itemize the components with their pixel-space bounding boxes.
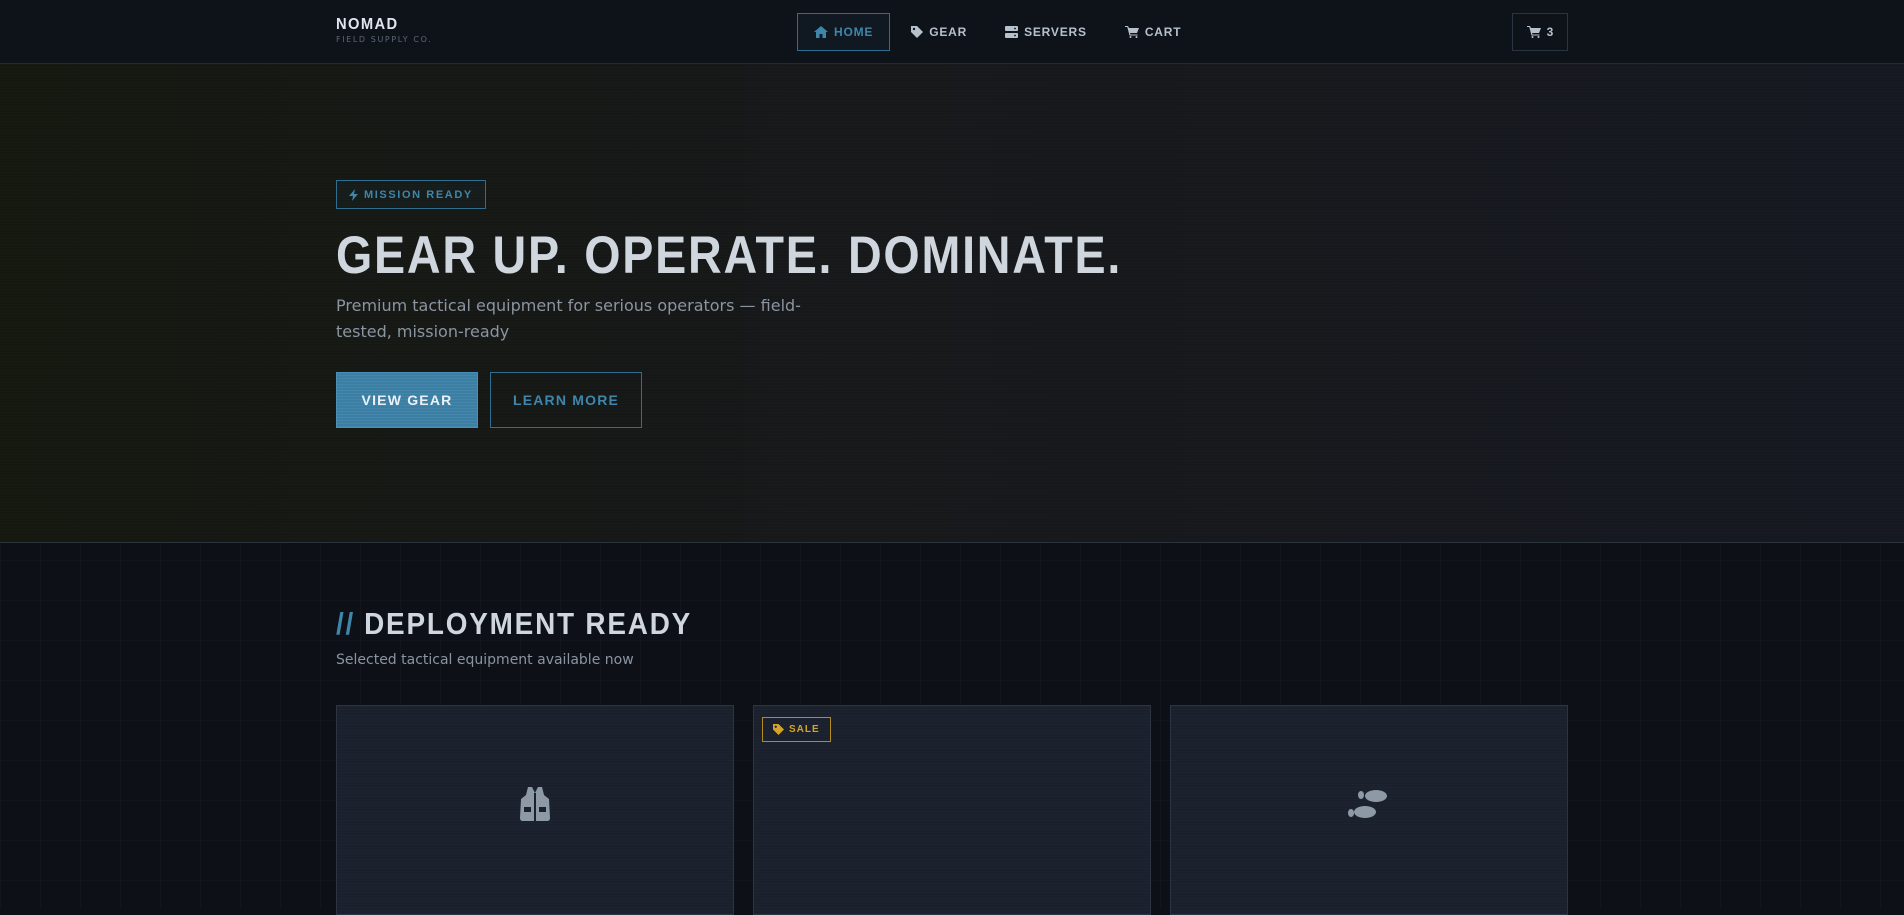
sale-badge: SALE xyxy=(762,717,831,742)
bolt-icon xyxy=(349,188,358,201)
top-nav: NOMAD FIELD SUPPLY CO. HOME GEAR SERVERS… xyxy=(0,0,1904,64)
section-title-prefix: // xyxy=(336,606,356,641)
hero-section: MISSION READY GEAR UP. OPERATE. DOMINATE… xyxy=(0,64,1904,543)
nav-item-home[interactable]: HOME xyxy=(797,13,891,51)
product-card[interactable]: SALE xyxy=(753,705,1151,915)
main-nav: HOME GEAR SERVERS CART xyxy=(797,13,1202,51)
learn-more-button[interactable]: LEARN MORE xyxy=(490,372,642,428)
brand-logo[interactable]: NOMAD FIELD SUPPLY CO. xyxy=(336,16,432,46)
footprints-icon xyxy=(1348,790,1387,818)
cart-count: 3 xyxy=(1546,25,1554,39)
section-title-text: DEPLOYMENT READY xyxy=(364,606,693,641)
server-icon xyxy=(1005,26,1019,38)
cart-button[interactable]: 3 xyxy=(1512,13,1568,51)
brand-tagline: FIELD SUPPLY CO. xyxy=(336,35,433,44)
view-gear-button[interactable]: VIEW GEAR xyxy=(336,372,478,428)
vest-icon xyxy=(520,787,550,821)
cart-icon xyxy=(1124,26,1139,38)
product-card[interactable] xyxy=(336,705,734,915)
hero-description: Premium tactical equipment for serious o… xyxy=(336,296,801,341)
hero-title: GEAR UP. OPERATE. DOMINATE. xyxy=(336,226,1123,285)
product-card[interactable] xyxy=(1170,705,1568,915)
section-subtitle: Selected tactical equipment available no… xyxy=(336,652,634,668)
nav-item-label: GEAR xyxy=(929,25,968,39)
nav-item-label: CART xyxy=(1144,25,1182,39)
cart-icon xyxy=(1526,26,1541,38)
nav-item-label: SERVERS xyxy=(1024,25,1087,39)
nav-item-servers[interactable]: SERVERS xyxy=(988,13,1104,51)
sale-label: SALE xyxy=(789,724,820,735)
badge-label: MISSION READY xyxy=(364,188,473,201)
nav-item-cart[interactable]: CART xyxy=(1108,13,1199,51)
nav-item-label: HOME xyxy=(834,25,874,39)
tag-icon xyxy=(773,724,784,735)
home-icon xyxy=(814,26,828,38)
nav-item-gear[interactable]: GEAR xyxy=(894,13,984,51)
section-title: //DEPLOYMENT READY xyxy=(336,604,692,644)
mission-ready-badge: MISSION READY xyxy=(336,180,486,209)
brand-name: NOMAD xyxy=(336,16,399,33)
tag-icon xyxy=(911,26,924,38)
